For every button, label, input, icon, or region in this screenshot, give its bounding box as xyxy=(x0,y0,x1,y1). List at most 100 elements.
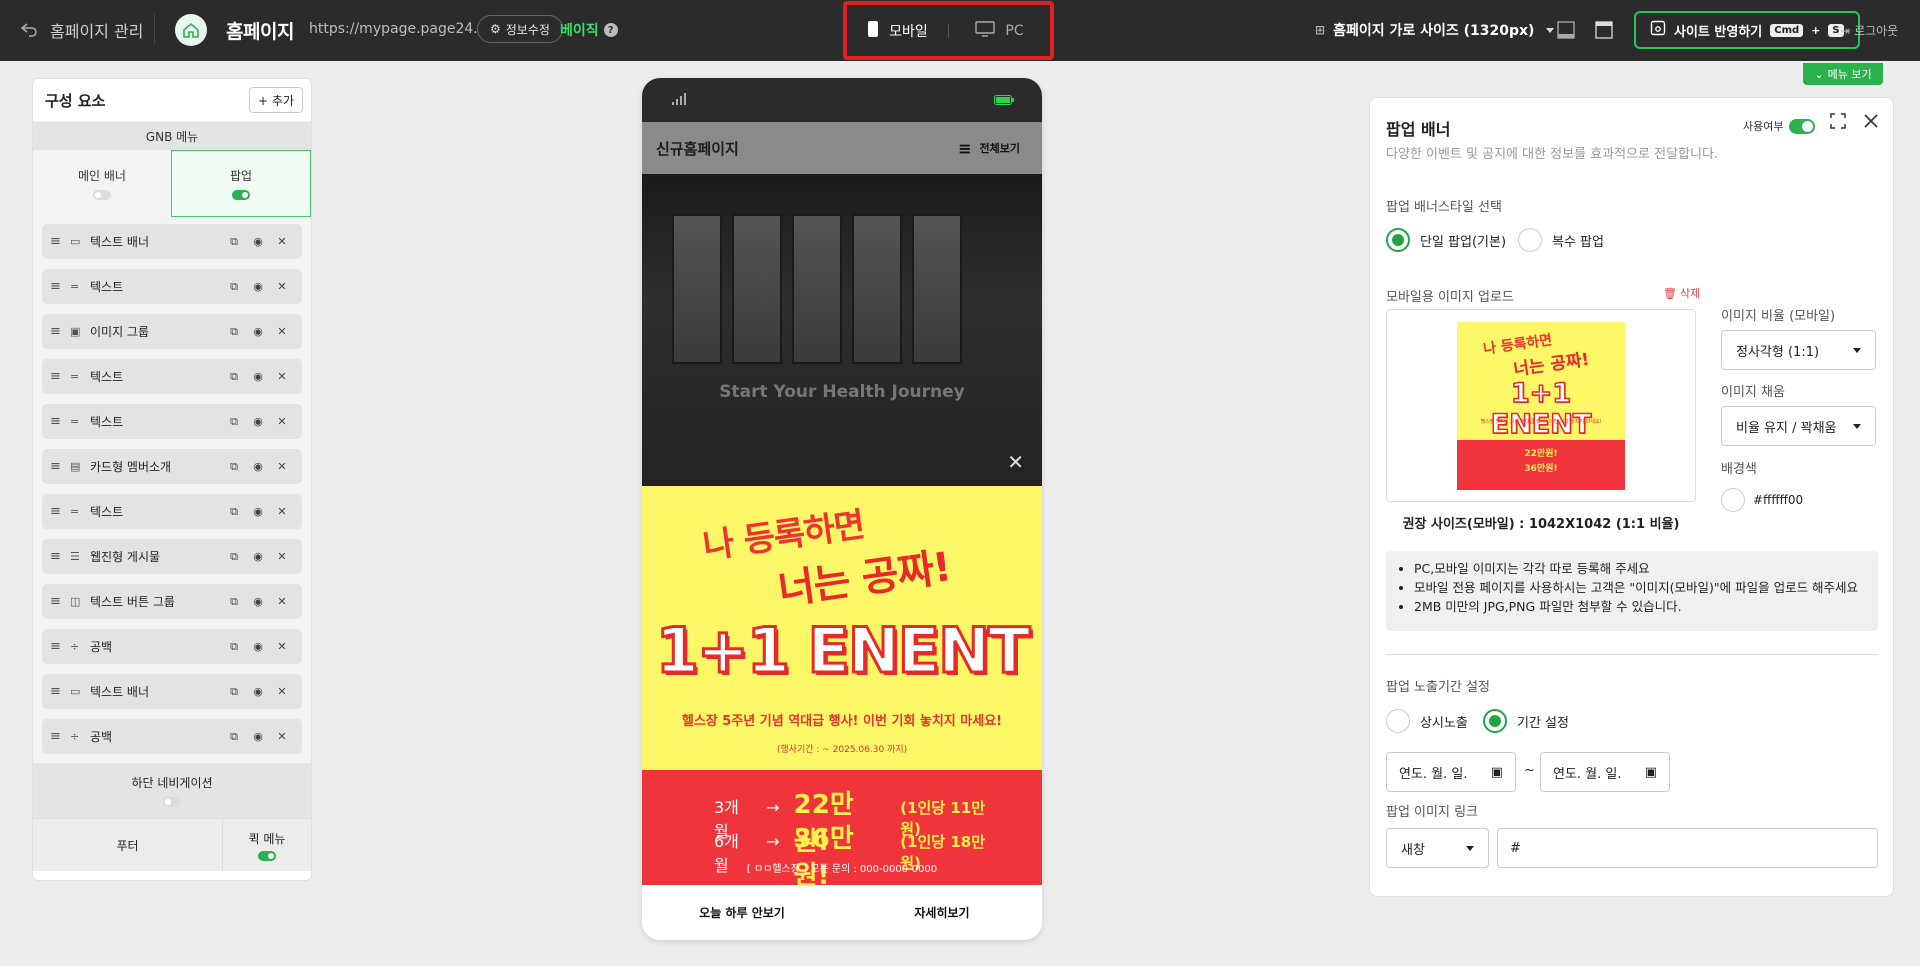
drag-handle-icon[interactable]: ≡ xyxy=(50,324,66,339)
close-icon[interactable]: ✕ xyxy=(270,685,294,698)
eye-icon[interactable]: ◉ xyxy=(246,595,270,608)
layout-top-bar-button[interactable] xyxy=(1592,18,1616,42)
component-item[interactable]: ≡ ▭ 텍스트 배너 ⧉ ◉ ✕ xyxy=(42,224,302,259)
copy-icon[interactable]: ⧉ xyxy=(222,685,246,699)
phone-menu-button[interactable]: ≡ 전체보기 xyxy=(958,139,1020,158)
gnb-menu-item[interactable]: GNB 메뉴 xyxy=(33,122,311,150)
close-icon[interactable]: ✕ xyxy=(270,325,294,338)
component-item[interactable]: ≡ ÷ 공백 ⧉ ◉ ✕ xyxy=(42,629,302,664)
radio-multi-popup[interactable]: 복수 팝업 xyxy=(1518,228,1604,252)
popup-banner-image[interactable]: 나 등록하면 너는 공짜! 1+1 ENENT 헬스장 5주년 기념 역대급 행… xyxy=(642,486,1042,770)
quick-menu-toggle[interactable] xyxy=(258,850,276,861)
bottom-nav-toggle[interactable] xyxy=(163,797,181,807)
menu-view-button[interactable]: ⌄ 메뉴 보기 xyxy=(1803,63,1883,85)
component-item[interactable]: ≡ ☰ 웹진형 게시물 ⧉ ◉ ✕ xyxy=(42,539,302,574)
close-icon[interactable]: ✕ xyxy=(270,280,294,293)
copy-icon[interactable]: ⧉ xyxy=(222,640,246,654)
drag-handle-icon[interactable]: ≡ xyxy=(50,414,66,429)
radio-single-popup[interactable]: 단일 팝업(기본) xyxy=(1386,228,1506,252)
copy-icon[interactable]: ⧉ xyxy=(222,235,246,249)
link-url-input[interactable]: # xyxy=(1497,828,1878,868)
component-item[interactable]: ≡ ▭ 텍스트 배너 ⧉ ◉ ✕ xyxy=(42,674,302,709)
use-toggle[interactable] xyxy=(1789,118,1816,134)
popup-toggle[interactable] xyxy=(232,190,250,200)
close-icon[interactable]: ✕ xyxy=(270,595,294,608)
copy-icon[interactable]: ⧉ xyxy=(222,415,246,429)
radio-always[interactable]: 상시노출 xyxy=(1386,709,1468,733)
close-icon[interactable]: ✕ xyxy=(270,460,294,473)
component-item[interactable]: ≡ = 텍스트 ⧉ ◉ ✕ xyxy=(42,269,302,304)
eye-icon[interactable]: ◉ xyxy=(246,730,270,743)
drag-handle-icon[interactable]: ≡ xyxy=(50,684,66,699)
drag-handle-icon[interactable]: ≡ xyxy=(50,639,66,654)
eye-icon[interactable]: ◉ xyxy=(246,235,270,248)
copy-icon[interactable]: ⧉ xyxy=(222,550,246,564)
copy-icon[interactable]: ⧉ xyxy=(222,505,246,519)
color-swatch[interactable] xyxy=(1721,488,1745,512)
copy-icon[interactable]: ⧉ xyxy=(222,595,246,609)
eye-icon[interactable]: ◉ xyxy=(246,415,270,428)
close-icon[interactable]: ✕ xyxy=(270,640,294,653)
eye-icon[interactable]: ◉ xyxy=(246,280,270,293)
eye-icon[interactable]: ◉ xyxy=(246,685,270,698)
drag-handle-icon[interactable]: ≡ xyxy=(50,369,66,384)
ratio-select[interactable]: 정사각형 (1:1) xyxy=(1721,330,1876,370)
fill-select[interactable]: 비율 유지 / 꽉채움 xyxy=(1721,406,1876,446)
info-edit-button[interactable]: ⚙ 정보수정 xyxy=(477,15,563,43)
publish-site-button[interactable]: 사이트 반영하기 Cmd + S xyxy=(1634,11,1860,49)
drag-handle-icon[interactable]: ≡ xyxy=(50,234,66,249)
copy-icon[interactable]: ⧉ xyxy=(222,460,246,474)
close-icon[interactable]: ✕ xyxy=(270,370,294,383)
quick-menu-item[interactable]: 퀵 메뉴 xyxy=(223,819,311,871)
popup-close-icon[interactable]: ✕ xyxy=(1007,450,1024,474)
component-item[interactable]: ≡ ▤ 카드형 멤버소개 ⧉ ◉ ✕ xyxy=(42,449,302,484)
page-size-select[interactable]: ⊞ 홈페이지 가로 사이즈 (1320px) xyxy=(1315,20,1555,40)
radio-set-period-input[interactable] xyxy=(1483,709,1507,733)
copy-icon[interactable]: ⧉ xyxy=(222,325,246,339)
no-show-today-button[interactable]: 오늘 하루 안보기 xyxy=(642,904,842,921)
drag-handle-icon[interactable]: ≡ xyxy=(50,459,66,474)
image-upload-box[interactable]: 나 등록하면 너는 공짜! 1+1 ENENT 헬스장 5주년 기념 역대급 행… xyxy=(1386,309,1696,502)
close-icon[interactable]: ✕ xyxy=(270,505,294,518)
back-link[interactable]: 홈페이지 관리 xyxy=(20,18,143,42)
logout-button[interactable]: ⇥ 로그아웃 xyxy=(1840,22,1898,39)
link-target-select[interactable]: 새창 xyxy=(1386,828,1489,868)
component-item[interactable]: ≡ = 텍스트 ⧉ ◉ ✕ xyxy=(42,404,302,439)
radio-single[interactable] xyxy=(1386,228,1410,252)
end-date-input[interactable]: 연도. 월. 일. ▣ xyxy=(1540,752,1670,792)
bg-color-picker[interactable]: #ffffff00 xyxy=(1721,488,1803,512)
help-icon[interactable]: ? xyxy=(603,23,618,37)
drag-handle-icon[interactable]: ≡ xyxy=(50,594,66,609)
drag-handle-icon[interactable]: ≡ xyxy=(50,279,66,294)
eye-icon[interactable]: ◉ xyxy=(246,325,270,338)
copy-icon[interactable]: ⧉ xyxy=(222,370,246,384)
start-date-input[interactable]: 연도. 월. 일. ▣ xyxy=(1386,752,1516,792)
expand-icon[interactable] xyxy=(1830,113,1846,129)
bottom-navigation-item[interactable]: 하단 네비게이션 xyxy=(33,763,311,818)
eye-icon[interactable]: ◉ xyxy=(246,460,270,473)
component-item[interactable]: ≡ = 텍스트 ⧉ ◉ ✕ xyxy=(42,494,302,529)
component-item[interactable]: ≡ = 텍스트 ⧉ ◉ ✕ xyxy=(42,359,302,394)
footer-item[interactable]: 푸터 xyxy=(33,819,223,871)
close-icon[interactable]: ✕ xyxy=(270,415,294,428)
site-url[interactable]: https://mypage.page24.app xyxy=(309,21,504,37)
add-component-button[interactable]: + 추가 xyxy=(249,87,303,113)
component-item[interactable]: ≡ ◫ 텍스트 버튼 그룹 ⧉ ◉ ✕ xyxy=(42,584,302,619)
eye-icon[interactable]: ◉ xyxy=(246,550,270,563)
view-details-button[interactable]: 자세히보기 xyxy=(842,904,1042,921)
eye-icon[interactable]: ◉ xyxy=(246,370,270,383)
main-banner-item[interactable]: 메인 배너 xyxy=(33,150,171,217)
close-icon[interactable]: ✕ xyxy=(270,550,294,563)
main-banner-toggle[interactable] xyxy=(93,190,111,200)
eye-icon[interactable]: ◉ xyxy=(246,640,270,653)
component-item[interactable]: ≡ ÷ 공백 ⧉ ◉ ✕ xyxy=(42,719,302,754)
radio-always-input[interactable] xyxy=(1386,709,1410,733)
radio-set-period[interactable]: 기간 설정 xyxy=(1483,709,1569,733)
close-icon[interactable] xyxy=(1864,114,1878,128)
radio-multi[interactable] xyxy=(1518,228,1542,252)
component-item[interactable]: ≡ ▣ 이미지 그룹 ⧉ ◉ ✕ xyxy=(42,314,302,349)
device-mobile-button[interactable]: 모바일 xyxy=(847,5,948,56)
copy-icon[interactable]: ⧉ xyxy=(222,730,246,744)
device-pc-button[interactable]: PC xyxy=(949,5,1050,56)
eye-icon[interactable]: ◉ xyxy=(246,505,270,518)
